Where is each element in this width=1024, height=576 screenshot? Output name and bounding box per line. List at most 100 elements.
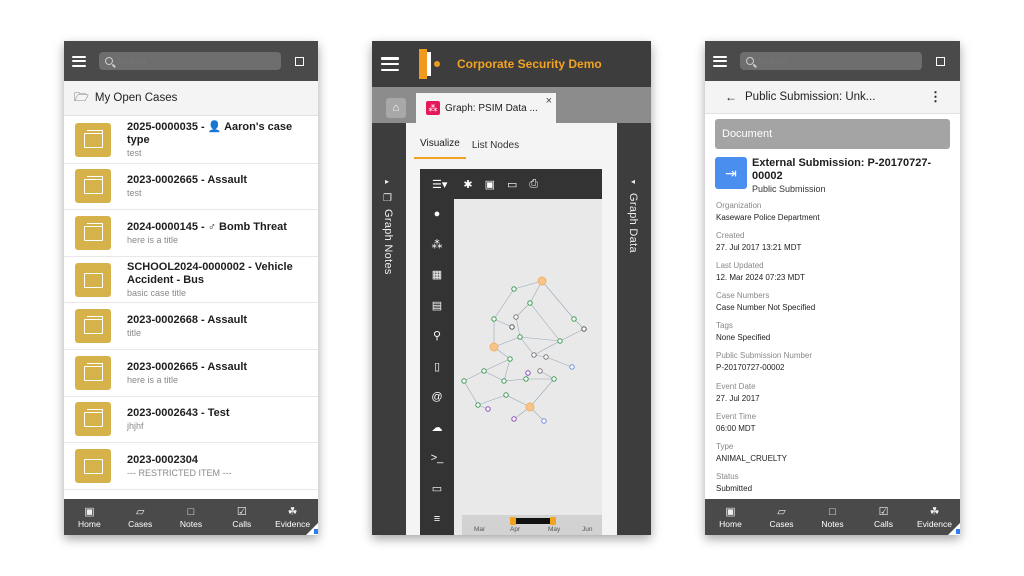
- graph-data-label: Graph Data: [627, 193, 639, 253]
- graph-node[interactable]: [527, 300, 533, 306]
- close-icon[interactable]: ×: [546, 95, 552, 107]
- graph-node[interactable]: [517, 334, 523, 340]
- graph-node[interactable]: [543, 354, 549, 360]
- case-list-item[interactable]: 2023-0002668 - Assault title: [64, 303, 318, 350]
- folder-icon[interactable]: ▭: [507, 178, 517, 191]
- calendar-icon[interactable]: ▦: [432, 260, 442, 291]
- case-list-item[interactable]: 2023-0002643 - Test jhjhf: [64, 396, 318, 444]
- person-icon[interactable]: ●: [434, 199, 441, 230]
- save-icon[interactable]: ▣: [485, 178, 495, 191]
- menu-icon[interactable]: [381, 57, 399, 71]
- graph-node[interactable]: [557, 338, 563, 344]
- submission-phone: ← Public Submission: Unk... ⋮ Document ⇥…: [705, 41, 960, 535]
- list-icon[interactable]: ≡: [434, 504, 440, 535]
- graph-node[interactable]: [551, 376, 557, 382]
- graph-node[interactable]: [569, 364, 575, 370]
- graph-edge: [493, 288, 515, 320]
- case-subtitle: --- RESTRICTED ITEM ---: [127, 467, 232, 478]
- graph-node[interactable]: [513, 314, 519, 320]
- graph-canvas[interactable]: ☰▾ ✱ ▣ ▭ ⎙ ● ⁂ ▦ ▤ ⚲ ▯ @ ☁ >_ ▭ ≡ Mar Ap…: [420, 169, 602, 535]
- window-icon[interactable]: [295, 56, 304, 66]
- search-box[interactable]: [99, 52, 281, 70]
- monitor-icon[interactable]: ▭: [432, 474, 442, 505]
- graph-node[interactable]: [489, 342, 499, 352]
- asterisk-icon[interactable]: ✱: [463, 178, 472, 191]
- case-title: 2025-0000035 - 👤 Aaron's case type: [127, 121, 293, 147]
- id-card-icon[interactable]: ▤: [432, 291, 442, 322]
- graph-node[interactable]: [491, 316, 497, 322]
- search-input[interactable]: [758, 56, 908, 66]
- nav-home[interactable]: ▣ Home: [707, 506, 755, 529]
- back-arrow-icon[interactable]: ←: [725, 90, 737, 104]
- timeline-handle-start[interactable]: [510, 517, 516, 525]
- field-label: Event Time: [716, 411, 757, 421]
- graph-data-panel[interactable]: ◂ Graph Data: [617, 123, 651, 535]
- graph-node[interactable]: [475, 402, 481, 408]
- menu-dropdown-icon[interactable]: ☰▾: [432, 178, 447, 191]
- case-list-item[interactable]: 2024-0000145 - ♂ Bomb Threat here is a ti…: [64, 210, 318, 257]
- case-title: 2023-0002668 - Assault: [127, 314, 248, 327]
- nav-cases[interactable]: ▱ Cases: [116, 506, 164, 529]
- graph-notes-panel[interactable]: ▸ ❐ Graph Notes: [372, 123, 406, 535]
- menu-icon[interactable]: [72, 55, 86, 67]
- graph-node[interactable]: [537, 276, 547, 286]
- nav-cases[interactable]: ▱ Cases: [758, 506, 806, 529]
- graph-node[interactable]: [531, 352, 537, 358]
- nav-home[interactable]: ▣ Home: [65, 506, 113, 529]
- timeline-handle-end[interactable]: [550, 517, 556, 525]
- case-list-item[interactable]: 2023-0002665 - Assault test: [64, 163, 318, 211]
- pdf-icon[interactable]: ⎙: [529, 178, 538, 191]
- graph-node[interactable]: [461, 378, 467, 384]
- window-icon[interactable]: [936, 56, 945, 66]
- terminal-icon[interactable]: >_: [431, 443, 444, 474]
- tab-list-nodes[interactable]: List Nodes: [466, 140, 525, 159]
- nav-calls[interactable]: ☑ Calls: [860, 506, 908, 529]
- graph-node[interactable]: [581, 326, 587, 332]
- search-box[interactable]: [740, 52, 922, 70]
- nav-notes[interactable]: □ Notes: [809, 506, 857, 529]
- field-value: Case Number Not Specified: [716, 303, 816, 313]
- search-input[interactable]: [117, 56, 267, 66]
- graph-node[interactable]: [507, 356, 513, 362]
- graph-node[interactable]: [541, 418, 547, 424]
- chevron-left-icon[interactable]: ◂: [631, 177, 635, 186]
- graph-node[interactable]: [525, 402, 535, 412]
- nav-calls[interactable]: ☑ Calls: [218, 506, 266, 529]
- evidence-icon: ☘: [287, 505, 298, 518]
- nav-notes[interactable]: □ Notes: [167, 506, 215, 529]
- network-graph[interactable]: [454, 199, 602, 515]
- graph-node[interactable]: [485, 406, 491, 412]
- people-icon[interactable]: ⁂: [432, 230, 443, 261]
- chevron-right-icon[interactable]: ▸: [385, 177, 389, 186]
- graph-node[interactable]: [523, 376, 529, 382]
- home-tab-icon[interactable]: ⌂: [386, 98, 406, 118]
- case-list-item[interactable]: SCHOOL2024-0000002 - Vehicle Accident - …: [64, 256, 318, 304]
- graph-node[interactable]: [511, 416, 517, 422]
- graph-node[interactable]: [509, 324, 515, 330]
- graph-node[interactable]: [481, 368, 487, 374]
- app-title: Corporate Security Demo: [457, 57, 602, 71]
- nav-label: Cases: [769, 518, 794, 529]
- tab-visualize[interactable]: Visualize: [414, 138, 466, 159]
- graph-node[interactable]: [501, 378, 507, 384]
- graph-node[interactable]: [571, 316, 577, 322]
- graph-node[interactable]: [525, 370, 531, 376]
- graph-node[interactable]: [511, 286, 517, 292]
- document-section-bar[interactable]: Document: [715, 119, 950, 149]
- case-list-item[interactable]: 2023-0002665 - Assault here is a title: [64, 349, 318, 397]
- phone-icon[interactable]: ▯: [434, 352, 440, 383]
- graph-node[interactable]: [537, 368, 543, 374]
- cloud-icon[interactable]: ☁: [432, 413, 443, 444]
- case-list-item[interactable]: 2023-0002304 --- RESTRICTED ITEM ---: [64, 443, 318, 490]
- field-value: None Specified: [716, 333, 771, 343]
- timeline-label: Jun: [582, 526, 593, 533]
- corner-marker: [948, 523, 960, 535]
- at-icon[interactable]: @: [431, 382, 442, 413]
- menu-icon[interactable]: [713, 55, 727, 67]
- more-vert-icon[interactable]: ⋮: [929, 89, 942, 105]
- graph-node[interactable]: [503, 392, 509, 398]
- timeline-slider[interactable]: Mar Apr May Jun: [462, 515, 602, 535]
- case-list-item[interactable]: 2025-0000035 - 👤 Aaron's case type test: [64, 117, 318, 164]
- location-icon[interactable]: ⚲: [433, 321, 441, 352]
- tab-graph[interactable]: ⁂ Graph: PSIM Data ... ×: [416, 93, 556, 123]
